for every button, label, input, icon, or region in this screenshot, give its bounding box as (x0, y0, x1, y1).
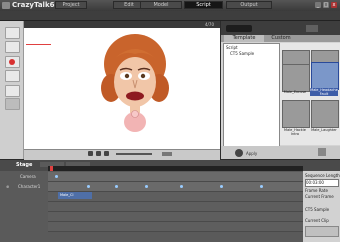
viewport-toolbar (24, 21, 220, 28)
tab-project[interactable]: Project (55, 1, 87, 9)
side-label: Current Frame (305, 194, 334, 199)
keyframe[interactable] (260, 185, 263, 188)
content-manager-button[interactable] (306, 25, 318, 32)
frame-readout: 4/70 (205, 22, 214, 27)
camera-lane[interactable] (48, 172, 303, 182)
viewport-marker-line (26, 44, 51, 45)
apply-icon[interactable] (235, 149, 243, 157)
side-label: Frame Rate (305, 188, 328, 193)
side-label: Current Clip (305, 218, 329, 223)
library-thumb[interactable] (282, 100, 310, 128)
tab-template[interactable]: Template (224, 35, 264, 42)
thumb-label: Male_Excuse (283, 90, 307, 94)
record-icon (9, 59, 15, 65)
track-label-camera: Camera (20, 174, 36, 179)
timeline-icon[interactable] (5, 85, 20, 97)
keyframe[interactable] (180, 185, 183, 188)
thumb-label: Male_Hackie Intro (284, 128, 306, 136)
keyframe[interactable] (115, 185, 118, 188)
character-avatar (101, 34, 169, 132)
text-to-speech-icon[interactable] (5, 70, 20, 82)
track-expand-icon[interactable]: ⊕ (6, 184, 9, 189)
thumb-label: Male_Laughter (311, 128, 337, 132)
script-panel-tab[interactable] (226, 25, 252, 32)
library-thumb[interactable] (311, 100, 339, 128)
tree-item-ct5-sample[interactable]: CT5 Sample (230, 51, 254, 56)
app-title: CrazyTalk6 (12, 1, 55, 9)
face-lane[interactable] (48, 212, 303, 222)
library-tree (223, 43, 280, 147)
sequence-length-field[interactable]: 00:03:00 (305, 179, 339, 187)
tree-item-script[interactable]: Script (226, 45, 238, 50)
tab-output[interactable]: Output (226, 1, 272, 9)
record-button[interactable] (5, 56, 20, 68)
character-right-pupil (140, 73, 146, 79)
new-script-icon[interactable] (5, 27, 20, 39)
motion-lane[interactable] (48, 202, 303, 212)
tab-custom[interactable]: Custom (264, 35, 298, 42)
app-logo-icon (2, 2, 10, 9)
rewind-button[interactable] (88, 151, 93, 156)
side-label: CT5 Sample (305, 207, 330, 212)
character-collar (131, 110, 139, 118)
keyframe[interactable] (55, 175, 58, 178)
minimize-button[interactable]: _ (315, 2, 321, 8)
apply-label[interactable]: Apply (246, 151, 257, 156)
edit-icon[interactable] (5, 41, 20, 53)
stop-button[interactable] (104, 151, 109, 156)
tab-script[interactable]: Script (184, 1, 223, 9)
clip-label: Male_Cl (60, 193, 74, 197)
audio-icon[interactable] (5, 98, 20, 110)
timeline-title: Stage (16, 162, 33, 168)
playback-slider[interactable] (116, 153, 152, 155)
character-mouth (126, 91, 144, 101)
play-button[interactable] (96, 151, 101, 156)
close-button[interactable]: x (331, 2, 337, 8)
keyframe[interactable] (220, 185, 223, 188)
keyframe[interactable] (145, 185, 148, 188)
side-panel-button[interactable] (305, 226, 339, 237)
loop-button[interactable] (162, 152, 172, 156)
library-thumb-selected[interactable] (311, 62, 339, 90)
library-thumb[interactable] (282, 64, 310, 92)
track-label-character: Character1 (18, 184, 41, 189)
thumb-label-selected: Male_Headache Fault (310, 88, 338, 96)
tab-model[interactable]: Model (140, 1, 182, 9)
refresh-icon[interactable] (318, 148, 326, 156)
keyframe[interactable] (87, 185, 90, 188)
main-tab-bar (0, 11, 340, 21)
character-left-pupil (124, 73, 130, 79)
maximize-button[interactable]: □ (323, 2, 329, 8)
side-label: Sequence Length (305, 173, 340, 178)
extra-lane[interactable] (48, 222, 303, 232)
